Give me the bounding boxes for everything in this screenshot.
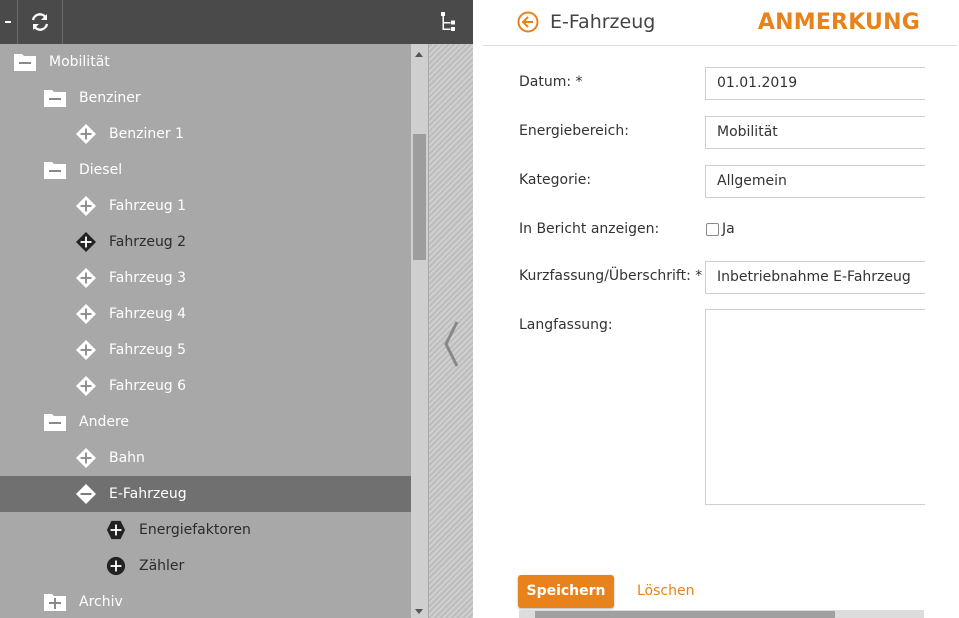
scrollbar-thumb[interactable] [535,611,835,618]
tree-item-label: Fahrzeug 4 [109,306,187,322]
hexagon-plus-icon [106,520,126,540]
tree-item-energiefaktoren[interactable]: Energiefaktoren [0,512,411,548]
bericht-checkbox[interactable] [706,223,719,236]
diamond-plus-icon [76,232,96,252]
tree-item-fahrzeug-3[interactable]: Fahrzeug 3 [0,260,411,296]
record-type-label: ANMERKUNG [757,10,920,35]
tree-item-label: Benziner [79,90,141,106]
tree-item-label: Energiefaktoren [139,522,251,538]
page-title: E-Fahrzeug [550,11,656,33]
langfassung-label: Langfassung: [519,317,613,333]
delete-button[interactable]: Löschen [637,575,694,608]
detail-panel: E-Fahrzeug ANMERKUNG Datum: * 01.01.2019… [483,0,959,618]
refresh-button[interactable] [18,0,62,44]
back-arrow-icon[interactable] [517,11,539,33]
tree-item-label: E-Fahrzeug [109,486,187,502]
hierarchy-icon [441,12,455,31]
kategorie-label: Kategorie: [519,172,592,188]
tree-item-zaehler[interactable]: Zähler [0,548,411,584]
tree-panel: Mobilität Benziner Benziner 1 Diesel Fah… [0,0,429,618]
bericht-label: In Bericht anzeigen: [519,221,660,237]
bericht-option-label[interactable]: Ja [722,221,735,237]
tree-item-label: Archiv [79,594,123,610]
tree-item-label: Fahrzeug 3 [109,270,187,286]
diamond-plus-icon [76,196,96,216]
tree-item-label: Zähler [139,558,185,574]
folder-minus-icon [44,90,66,107]
kurzfassung-label: Kurzfassung/Überschrift: * [519,268,703,284]
tree-item-archiv[interactable]: Archiv [0,584,411,618]
refresh-icon [31,13,49,31]
tree-toolbar [0,0,429,44]
tree-item-benziner[interactable]: Benziner [0,80,411,116]
folder-minus-icon [14,54,36,71]
folder-plus-icon [44,594,66,611]
toolbar-divider [62,0,63,44]
folder-minus-icon [44,162,66,179]
tree-item-fahrzeug-5[interactable]: Fahrzeug 5 [0,332,411,368]
diamond-minus-icon [76,484,96,504]
save-button[interactable]: Speichern [518,575,614,608]
tree-item-label: Fahrzeug 6 [109,378,187,394]
tree-item-andere[interactable]: Andere [0,404,411,440]
tree-item-label: Mobilität [49,54,110,70]
form-horizontal-scrollbar[interactable] [519,610,924,618]
tree-item-diesel[interactable]: Diesel [0,152,411,188]
chevron-left-icon[interactable] [442,320,460,368]
diamond-plus-icon [76,304,96,324]
tree-item-label: Andere [79,414,130,430]
tree-item-fahrzeug-4[interactable]: Fahrzeug 4 [0,296,411,332]
tree-item-fahrzeug-1[interactable]: Fahrzeug 1 [0,188,411,224]
kategorie-field[interactable]: Allgemein [705,165,925,198]
circle-plus-icon [106,556,126,576]
diamond-plus-icon [76,376,96,396]
diamond-plus-icon [76,340,96,360]
tree-item-mobilitaet[interactable]: Mobilität [0,44,411,80]
tree-item-label: Fahrzeug 1 [109,198,187,214]
kurzfassung-field[interactable]: Inbetriebnahme E-Fahrzeug [705,261,925,294]
scroll-down-arrow-icon[interactable] [415,609,423,614]
tree-item-e-fahrzeug[interactable]: E-Fahrzeug [0,476,411,512]
diamond-plus-icon [76,448,96,468]
energiebereich-label: Energiebereich: [519,123,629,139]
diamond-plus-icon [76,268,96,288]
minus-icon [4,21,11,23]
tree-item-fahrzeug-6[interactable]: Fahrzeug 6 [0,368,411,404]
tree-item-label: Fahrzeug 2 [109,234,187,250]
diamond-plus-icon [76,124,96,144]
detail-header: E-Fahrzeug ANMERKUNG [483,0,957,46]
tree-item-fahrzeug-2[interactable]: Fahrzeug 2 [0,224,411,260]
tree-item-label: Bahn [109,450,145,466]
langfassung-textarea[interactable] [705,309,925,505]
energiebereich-field[interactable]: Mobilität [705,116,925,149]
datum-field[interactable]: 01.01.2019 [705,67,925,100]
scroll-up-arrow-icon[interactable] [415,52,423,57]
tree-view: Mobilität Benziner Benziner 1 Diesel Fah… [0,44,411,618]
tree-scrollbar[interactable] [411,44,428,618]
scrollbar-thumb[interactable] [413,134,426,260]
tree-item-label: Benziner 1 [109,126,184,142]
tree-item-bahn[interactable]: Bahn [0,440,411,476]
collapse-button[interactable] [0,0,17,44]
datum-label: Datum: * [519,74,583,90]
tree-item-label: Diesel [79,162,123,178]
tree-item-label: Fahrzeug 5 [109,342,187,358]
panel-splitter[interactable] [429,0,473,618]
tree-item-benziner-1[interactable]: Benziner 1 [0,116,411,152]
tree-layout-button[interactable] [429,0,473,44]
folder-minus-icon [44,414,66,431]
